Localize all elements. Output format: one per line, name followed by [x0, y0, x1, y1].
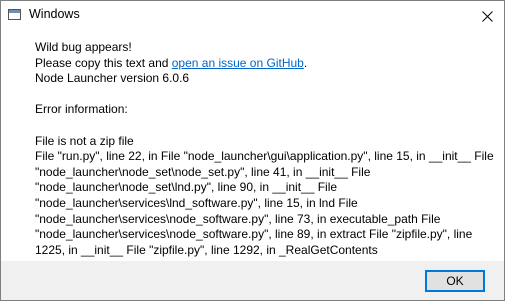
copy-suffix-text: .: [303, 55, 308, 70]
window-title: Windows: [29, 7, 80, 21]
window-app-icon: [8, 9, 21, 20]
close-icon: [481, 10, 493, 22]
copy-instruction: Please copy this text and open an issue …: [35, 56, 495, 72]
intro-text: Wild bug appears!: [35, 40, 132, 54]
github-issue-link[interactable]: open an issue on GitHub: [172, 56, 304, 70]
error-dialog: Windows Wild bug appears! Please copy th…: [0, 0, 505, 301]
dialog-footer: OK: [1, 261, 504, 300]
error-title: File is not a zip file: [35, 133, 134, 148]
title-bar: Windows: [1, 1, 504, 31]
ok-button[interactable]: OK: [425, 270, 485, 292]
copy-prefix-text: Please copy this text and: [35, 55, 172, 70]
error-heading: Error information:: [35, 102, 128, 117]
close-button[interactable]: [470, 1, 504, 31]
version-text: Node Launcher version 6.0.6: [35, 71, 190, 86]
message-body: Wild bug appears! Please copy this text …: [35, 40, 495, 258]
traceback-text: File "run.py", line 22, in File "node_la…: [35, 149, 494, 257]
